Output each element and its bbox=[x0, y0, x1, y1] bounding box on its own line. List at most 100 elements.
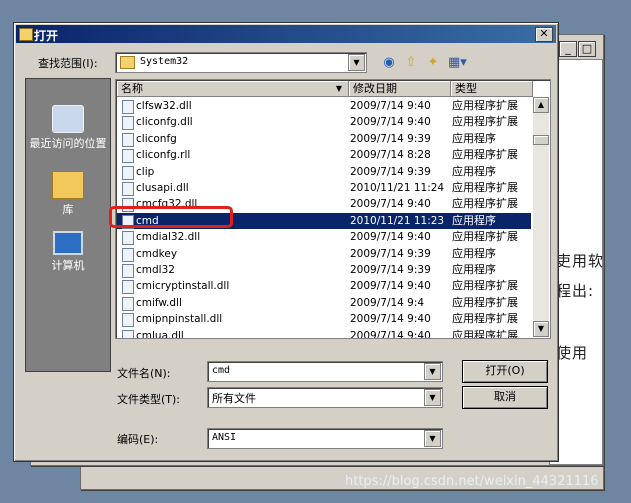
place-recent[interactable]: 最近访问的位置 bbox=[26, 105, 110, 151]
file-row[interactable]: clfsw32.dll 2009/7/14 9:40 应用程序扩展 bbox=[117, 98, 531, 114]
file-name: cmicryptinstall.dll bbox=[136, 280, 230, 293]
file-type: 应用程序扩展 bbox=[452, 115, 518, 129]
watermark: https://blog.csdn.net/weixin_44321116 bbox=[345, 474, 599, 489]
filetype-label: 文件类型(T): bbox=[117, 393, 181, 406]
column-header-type[interactable]: 类型 bbox=[451, 81, 533, 97]
scroll-thumb[interactable] bbox=[533, 135, 549, 145]
file-icon bbox=[122, 132, 134, 147]
lookin-value: System32 bbox=[140, 56, 189, 67]
file-row[interactable]: clip 2009/7/14 9:39 应用程序 bbox=[117, 164, 531, 180]
file-icon bbox=[122, 182, 134, 196]
file-date: 2009/7/14 9:40 bbox=[350, 198, 431, 211]
file-name: cliconfg.rll bbox=[136, 149, 191, 162]
place-computer-label: 计算机 bbox=[51, 259, 85, 272]
libraries-icon bbox=[52, 171, 84, 199]
place-libraries[interactable]: 库 bbox=[26, 171, 110, 217]
file-type: 应用程序 bbox=[452, 131, 496, 145]
lookin-select[interactable]: System32 ▼ bbox=[115, 52, 367, 73]
close-button[interactable]: ✕ bbox=[535, 27, 553, 42]
dialog-title: 打开 bbox=[34, 29, 59, 43]
scroll-down-icon[interactable]: ▼ bbox=[533, 321, 549, 337]
file-date: 2009/7/14 9:39 bbox=[350, 165, 431, 178]
chevron-down-icon[interactable]: ▼ bbox=[424, 430, 441, 447]
sort-arrow-icon: ▼ bbox=[335, 84, 342, 93]
file-name: cliconfg.dll bbox=[136, 116, 193, 129]
file-row[interactable]: cmlua.dll 2009/7/14 9:40 应用程序扩展 bbox=[117, 328, 531, 339]
bg-text-2: 程出: bbox=[556, 282, 595, 300]
view-menu-icon[interactable]: ▦▾ bbox=[448, 54, 467, 71]
chevron-down-icon[interactable]: ▼ bbox=[424, 363, 441, 380]
file-type: 应用程序扩展 bbox=[452, 230, 518, 244]
file-icon bbox=[122, 329, 134, 338]
column-date-label: 修改日期 bbox=[353, 82, 397, 95]
filename-value: cmd bbox=[212, 365, 231, 376]
filetype-select[interactable]: 所有文件 ▼ bbox=[207, 387, 443, 408]
up-folder-icon[interactable]: ⇧ bbox=[402, 54, 420, 71]
file-row[interactable]: cliconfg 2009/7/14 9:39 应用程序 bbox=[117, 131, 531, 147]
places-bar: 最近访问的位置 库 计算机 bbox=[25, 78, 111, 372]
file-name: cmlua.dll bbox=[136, 329, 184, 339]
file-name: cliconfg bbox=[136, 132, 177, 145]
file-row[interactable]: cliconfg.rll 2009/7/14 8:28 应用程序扩展 bbox=[117, 147, 531, 164]
file-icon bbox=[122, 149, 134, 164]
open-button[interactable]: 打开(O) bbox=[462, 360, 548, 383]
bg-text-1: 吏用软 bbox=[556, 252, 605, 270]
file-type: 应用程序扩展 bbox=[452, 181, 518, 194]
filename-input[interactable]: cmd ▼ bbox=[207, 361, 443, 382]
encoding-select[interactable]: ANSI ▼ bbox=[207, 428, 443, 449]
filetype-value: 所有文件 bbox=[212, 392, 256, 405]
bg-maximize-button[interactable]: □ bbox=[578, 41, 596, 57]
file-icon bbox=[122, 100, 134, 114]
file-row[interactable]: cmicryptinstall.dll 2009/7/14 9:40 应用程序扩展 bbox=[117, 278, 531, 295]
chevron-down-icon[interactable]: ▼ bbox=[348, 54, 365, 71]
scroll-up-icon[interactable]: ▲ bbox=[533, 97, 549, 113]
encoding-label: 编码(E): bbox=[117, 433, 159, 446]
column-header-name[interactable]: 名称 ▼ bbox=[117, 81, 349, 97]
file-date: 2009/7/14 9:40 bbox=[350, 313, 431, 326]
file-icon bbox=[122, 116, 134, 131]
folder-icon bbox=[120, 56, 135, 69]
cancel-button[interactable]: 取消 bbox=[462, 386, 548, 409]
file-name: cmdl32 bbox=[136, 264, 175, 276]
file-date: 2009/7/14 9:40 bbox=[350, 329, 431, 339]
file-row[interactable]: cmipnpinstall.dll 2009/7/14 9:40 应用程序扩展 bbox=[117, 311, 531, 328]
file-name: clusapi.dll bbox=[136, 182, 189, 194]
dialog-titlebar[interactable]: 打开 ✕ bbox=[16, 25, 556, 43]
new-folder-icon[interactable]: ✦ bbox=[424, 54, 442, 71]
encoding-value: ANSI bbox=[212, 432, 237, 443]
file-type: 应用程序扩展 bbox=[452, 99, 518, 112]
file-icon bbox=[122, 247, 134, 262]
file-name: clip bbox=[136, 165, 155, 178]
file-name: cmipnpinstall.dll bbox=[136, 313, 223, 326]
highlight-annotation bbox=[109, 206, 233, 228]
back-icon[interactable]: ◉ bbox=[380, 54, 398, 71]
file-date: 2009/7/14 9:39 bbox=[350, 132, 431, 145]
filename-label: 文件名(N): bbox=[117, 367, 171, 380]
chevron-down-icon[interactable]: ▼ bbox=[424, 389, 441, 406]
bg-minimize-button[interactable]: _ bbox=[559, 41, 577, 57]
file-row[interactable]: cmdkey 2009/7/14 9:39 应用程序 bbox=[117, 246, 531, 262]
file-type: 应用程序扩展 bbox=[452, 328, 518, 339]
file-row[interactable]: cmdial32.dll 2009/7/14 9:40 应用程序扩展 bbox=[117, 229, 531, 246]
column-header-date[interactable]: 修改日期 bbox=[349, 81, 451, 97]
file-icon bbox=[122, 231, 134, 246]
file-icon bbox=[122, 296, 134, 311]
column-name-label: 名称 bbox=[121, 82, 143, 95]
file-date: 2009/7/14 9:39 bbox=[350, 247, 431, 260]
bg-text-3: 使用 bbox=[556, 344, 589, 362]
file-type: 应用程序 bbox=[452, 246, 496, 260]
file-row[interactable]: cliconfg.dll 2009/7/14 9:40 应用程序扩展 bbox=[117, 114, 531, 131]
computer-icon bbox=[53, 231, 83, 255]
file-name: clfsw32.dll bbox=[136, 100, 192, 112]
place-computer[interactable]: 计算机 bbox=[26, 231, 110, 273]
file-row[interactable]: clusapi.dll 2010/11/21 11:24 应用程序扩展 bbox=[117, 180, 531, 196]
place-libraries-label: 库 bbox=[62, 203, 74, 216]
recent-places-icon bbox=[52, 105, 84, 133]
file-date: 2009/7/14 9:4 bbox=[350, 296, 425, 309]
lookin-label: 查找范围(I): bbox=[38, 57, 98, 70]
vertical-scrollbar[interactable]: ▲ ▼ bbox=[533, 97, 549, 337]
file-type: 应用程序 bbox=[452, 213, 496, 227]
file-row[interactable]: cmdl32 2009/7/14 9:39 应用程序 bbox=[117, 262, 531, 278]
file-row[interactable]: cmifw.dll 2009/7/14 9:4 应用程序扩展 bbox=[117, 295, 531, 311]
file-date: 2009/7/14 9:40 bbox=[350, 280, 431, 293]
